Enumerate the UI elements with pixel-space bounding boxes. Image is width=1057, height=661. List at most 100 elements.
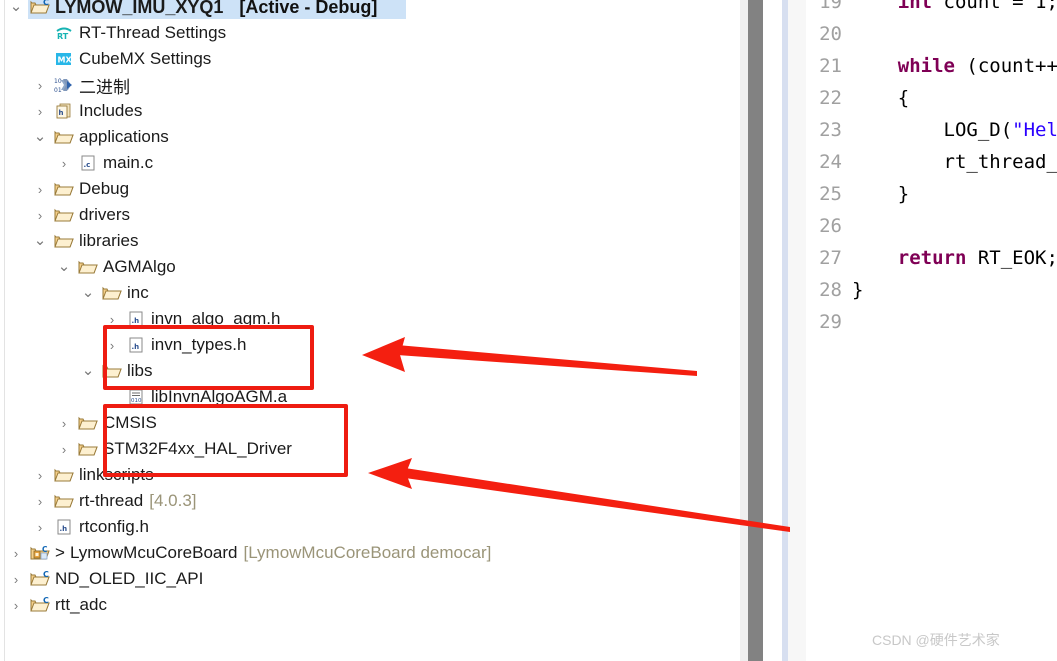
svg-text:.h: .h: [132, 317, 140, 325]
chevron-right-icon[interactable]: ›: [32, 105, 48, 118]
line-number: 21: [819, 55, 842, 77]
folder-icon: [78, 257, 98, 277]
chevron-right-icon[interactable]: ›: [56, 443, 72, 456]
tree-item-suffix: [4.0.3]: [149, 491, 197, 510]
chevron-right-icon[interactable]: ›: [32, 79, 48, 92]
binaries-icon: 10 01: [54, 75, 74, 95]
chevron-right-icon[interactable]: ›: [56, 417, 72, 430]
tree-row[interactable]: › .h rtconfig.h: [0, 514, 740, 540]
svg-text:C: C: [43, 596, 49, 605]
cubemx-settings-icon: MX: [54, 49, 74, 69]
project-reference-marker: >: [55, 543, 65, 562]
code-token: (count++: [954, 55, 1057, 77]
tree-row[interactable]: ⌄ applications: [0, 124, 740, 150]
svg-text:01: 01: [54, 87, 62, 94]
panel-divider[interactable]: [782, 0, 788, 661]
code-text: }: [852, 279, 863, 301]
scrollbar-area[interactable]: [740, 0, 782, 661]
code-token: while: [897, 55, 955, 77]
tree-item-label: rtconfig.h: [79, 517, 149, 536]
scrollbar-track[interactable]: [740, 0, 763, 661]
c-project-open-folder-icon: C: [30, 569, 50, 589]
tree-row[interactable]: › Debug: [0, 176, 740, 202]
code-text: {: [852, 87, 909, 109]
scrollbar-thumb[interactable]: [748, 0, 763, 661]
tree-row[interactable]: RT RT-Thread Settings: [0, 20, 740, 46]
code-token: LOG_D(: [943, 119, 1013, 141]
watermark: CSDN @硬件艺术家: [872, 632, 1000, 648]
tree-row[interactable]: › .c main.c: [0, 150, 740, 176]
folder-icon: [78, 439, 98, 459]
tree-row[interactable]: › Crtt_adc: [0, 592, 740, 618]
code-line[interactable]: 25 }: [806, 178, 1057, 210]
active-config-badge: [Active - Debug]: [239, 0, 378, 17]
code-line[interactable]: 19 int count = 1;: [806, 0, 1057, 18]
chevron-down-icon[interactable]: ⌄: [80, 363, 96, 378]
tree-row[interactable]: › C ND_OLED_IIC_API: [0, 566, 740, 592]
line-number: 26: [819, 215, 842, 237]
code-line[interactable]: 28}: [806, 274, 1057, 306]
chevron-right-icon[interactable]: ›: [8, 599, 24, 612]
code-line[interactable]: 24 rt_thread_: [806, 146, 1057, 178]
svg-text:10: 10: [54, 78, 62, 85]
tree-item-label: 二进制: [79, 77, 130, 97]
chevron-right-icon[interactable]: ›: [56, 157, 72, 170]
chevron-down-icon[interactable]: ⌄: [56, 259, 72, 274]
project-tree[interactable]: ⌄ C LYMOW_IMU_XYQ1 [Active - Debug] RT RT-Thr…: [0, 0, 740, 618]
chevron-right-icon[interactable]: ›: [8, 547, 24, 560]
chevron-down-icon[interactable]: ⌄: [32, 233, 48, 248]
tree-row[interactable]: › drivers: [0, 202, 740, 228]
chevron-down-icon[interactable]: ⌄: [80, 285, 96, 300]
svg-text:RT: RT: [57, 32, 69, 41]
code-line[interactable]: 22 {: [806, 82, 1057, 114]
chevron-right-icon[interactable]: ›: [104, 313, 120, 326]
svg-text:h: h: [59, 109, 64, 117]
folder-icon: [102, 283, 122, 303]
tree-row[interactable]: ⌄ inc: [0, 280, 740, 306]
line-number: 20: [819, 23, 842, 45]
tree-row[interactable]: › C > LymowMcuCoreBoard [LymowMcuCoreBoard d…: [0, 540, 740, 566]
code-line[interactable]: 26: [806, 210, 1057, 242]
tree-item-label: main.c: [103, 153, 154, 172]
tree-row[interactable]: › rt-thread [4.0.3]: [0, 488, 740, 514]
chevron-down-icon[interactable]: ⌄: [8, 0, 24, 14]
chevron-right-icon[interactable]: ›: [32, 183, 48, 196]
tree-row[interactable]: ⌄ C LYMOW_IMU_XYQ1 [Active - Debug]: [0, 0, 740, 20]
chevron-down-icon[interactable]: ⌄: [32, 129, 48, 144]
chevron-right-icon[interactable]: ›: [32, 521, 48, 534]
rt-thread-settings-icon: RT: [54, 23, 74, 43]
code-line[interactable]: 20: [806, 18, 1057, 50]
tree-row[interactable]: › 10 01 二进制: [0, 72, 740, 98]
tree-row[interactable]: ⌄ AGMAlgo: [0, 254, 740, 280]
tree-item-label: inc: [127, 283, 149, 302]
code-text: while (count++: [852, 55, 1057, 77]
chevron-right-icon[interactable]: ›: [32, 495, 48, 508]
tree-item-label: LYMOW_IMU_XYQ1: [55, 0, 224, 17]
tree-item-label: Debug: [79, 179, 130, 198]
code-token: }: [897, 183, 910, 205]
code-token: return: [897, 247, 967, 269]
code-line[interactable]: 29: [806, 306, 1057, 338]
tree-row[interactable]: › h Includes: [0, 98, 740, 124]
code-line[interactable]: 21 while (count++: [806, 50, 1057, 82]
chevron-right-icon[interactable]: ›: [32, 209, 48, 222]
svg-text:.c: .c: [84, 161, 91, 169]
code-lines[interactable]: 19 int count = 1; 20 21 while (count++ 22 {…: [806, 0, 1057, 338]
chevron-right-icon[interactable]: ›: [8, 573, 24, 586]
tree-row[interactable]: ⌄ libraries: [0, 228, 740, 254]
code-token: int: [897, 0, 933, 13]
svg-text:C: C: [43, 570, 49, 579]
code-line[interactable]: 23 LOG_D("Hel: [806, 114, 1057, 146]
folder-icon: [54, 127, 74, 147]
code-editor-panel[interactable]: 19 int count = 1; 20 21 while (count++ 22 {…: [806, 0, 1057, 661]
chevron-right-icon[interactable]: ›: [32, 469, 48, 482]
tree-row[interactable]: MX CubeMX Settings: [0, 46, 740, 72]
screenshot-root: ⌄ C LYMOW_IMU_XYQ1 [Active - Debug] RT RT-Thr…: [0, 0, 1057, 661]
c-project-open-folder-icon: C: [30, 0, 50, 17]
code-line[interactable]: 27 return RT_EOK;: [806, 242, 1057, 274]
line-number: 23: [819, 119, 842, 141]
